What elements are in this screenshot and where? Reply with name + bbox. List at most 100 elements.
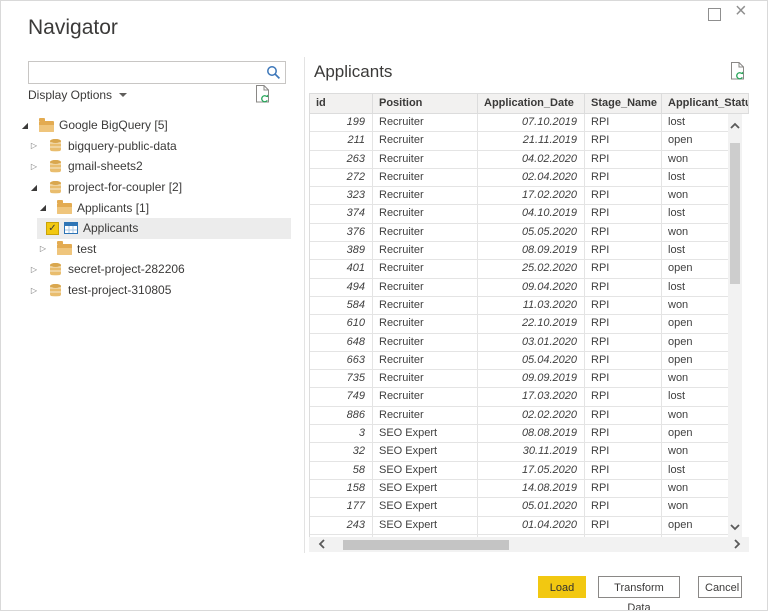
database-icon	[48, 138, 63, 154]
cell: Recruiter	[373, 260, 478, 279]
table-row: 389 Recruiter 08.09.2019 RPI lost	[310, 242, 729, 261]
cell: Recruiter	[373, 168, 478, 188]
cell: 272	[310, 168, 373, 188]
cell: 09.09.2019	[478, 370, 585, 389]
cell: RPI	[585, 351, 662, 371]
table-row: 648 Recruiter 03.01.2020 RPI open	[310, 333, 729, 352]
cell: won	[662, 498, 729, 517]
cell: 30.11.2019	[478, 443, 585, 462]
cell: 17.02.2020	[478, 187, 585, 206]
cell: SEO Expert	[373, 425, 478, 444]
horizontal-scrollbar-thumb[interactable]	[343, 539, 509, 550]
search-icon[interactable]	[266, 65, 281, 80]
cell: won	[662, 443, 729, 462]
vertical-scrollbar-thumb[interactable]	[730, 143, 740, 284]
cell: 584	[310, 296, 373, 316]
table-row: 663 Recruiter 05.04.2020 RPI open	[310, 351, 729, 371]
cell: 25.02.2020	[478, 260, 585, 279]
tree-item-gmail-sheets2[interactable]: ▷ gmail-sheets2	[1, 156, 293, 177]
cell: 02.04.2020	[478, 168, 585, 188]
cell: 14.08.2019	[478, 479, 585, 499]
cell: lost	[662, 388, 729, 407]
scroll-up-icon[interactable]	[730, 122, 740, 130]
cell: 323	[310, 187, 373, 206]
display-options-label: Display Options	[28, 88, 113, 102]
expander-collapsed-icon[interactable]: ▷	[28, 141, 40, 150]
cell: 05.05.2020	[478, 223, 585, 243]
table-row: 584 Recruiter 11.03.2020 RPI won	[310, 296, 729, 316]
cell: RPI	[585, 205, 662, 224]
cancel-button[interactable]: Cancel	[698, 576, 742, 598]
cell: Recruiter	[373, 205, 478, 224]
maximize-icon[interactable]	[708, 8, 721, 21]
table-body: 199 Recruiter 07.10.2019 RPI lost 211 Recruite…	[309, 114, 729, 537]
cell: 17.03.2020	[478, 388, 585, 407]
search-input[interactable]	[29, 62, 267, 83]
tree-item-applicants-1[interactable]: ◢ Applicants [1]	[1, 197, 293, 218]
column-header-applicant_status: Applicant_Status	[668, 97, 748, 109]
cell: Recruiter	[373, 242, 478, 261]
cell: 3	[310, 425, 373, 444]
tree-item-project-for-coupler-2[interactable]: ◢ project-for-coupler [2]	[1, 177, 293, 198]
tree-item-applicants[interactable]: ✓ Applicants	[1, 217, 293, 239]
cell: lost	[662, 168, 729, 188]
cell: 17.05.2020	[478, 461, 585, 480]
tree-item-secret-project-282206[interactable]: ▷ secret-project-282206	[1, 259, 293, 280]
cell: 08.09.2019	[478, 242, 585, 261]
scroll-left-icon[interactable]	[318, 539, 326, 549]
cell: Recruiter	[373, 406, 478, 426]
cell: won	[662, 150, 729, 169]
cell: 610	[310, 315, 373, 334]
expander-collapsed-icon[interactable]: ▷	[28, 286, 40, 295]
horizontal-scrollbar[interactable]	[309, 537, 749, 552]
cell: 04.02.2020	[478, 150, 585, 169]
cell: 735	[310, 370, 373, 389]
cell: RPI	[585, 425, 662, 444]
column-header-id: id	[310, 94, 373, 113]
close-icon[interactable]: ×	[735, 1, 747, 22]
cell: 05.01.2020	[478, 498, 585, 517]
expander-expanded-icon[interactable]: ◢	[19, 121, 31, 130]
refresh-preview-icon[interactable]	[729, 61, 746, 81]
cell: SEO Expert	[373, 498, 478, 517]
cell: 494	[310, 278, 373, 297]
expander-collapsed-icon[interactable]: ▷	[28, 265, 40, 274]
cell: RPI	[585, 461, 662, 480]
cell: lost	[662, 278, 729, 297]
tree-item-google-bigquery-5[interactable]: ◢ Google BigQuery [5]	[1, 115, 293, 136]
vertical-scrollbar[interactable]	[728, 114, 742, 537]
cell: RPI	[585, 479, 662, 499]
scroll-down-icon[interactable]	[730, 523, 740, 531]
refresh-preview-icon[interactable]	[254, 84, 271, 104]
cell: open	[662, 260, 729, 279]
expander-collapsed-icon[interactable]: ▷	[28, 162, 40, 171]
tree-item-label: test	[77, 241, 97, 256]
display-options-dropdown[interactable]: Display Options	[28, 88, 128, 102]
cell: 21.11.2019	[478, 132, 585, 151]
table-checkbox[interactable]: ✓	[46, 221, 59, 235]
cell: RPI	[585, 260, 662, 279]
load-button[interactable]: Load	[538, 576, 586, 598]
transform-data-button[interactable]: Transform Data	[598, 576, 680, 610]
tree-item-bigquery-public-data[interactable]: ▷ bigquery-public-data	[1, 136, 293, 157]
expander-expanded-icon[interactable]: ◢	[28, 183, 40, 192]
cell: Recruiter	[373, 150, 478, 169]
cell: Recruiter	[373, 351, 478, 371]
database-icon	[48, 158, 63, 174]
table-icon	[63, 220, 78, 236]
scroll-right-icon[interactable]	[733, 539, 741, 549]
tree-item-test-project-310805[interactable]: ▷ test-project-310805	[1, 280, 293, 301]
expander-collapsed-icon[interactable]: ▷	[37, 244, 49, 253]
tree: ◢ Google BigQuery [5] ▷ bigquery-public-dat…	[1, 115, 293, 300]
cell: 376	[310, 223, 373, 243]
cell: 32	[310, 443, 373, 462]
preview-title: Applicants	[314, 62, 393, 81]
column-header-application_date: Application_Date	[478, 94, 585, 113]
tree-item-label: test-project-310805	[68, 283, 172, 298]
cell: 01.04.2020	[478, 516, 585, 535]
table-row: 401 Recruiter 25.02.2020 RPI open	[310, 260, 729, 279]
expander-expanded-icon[interactable]: ◢	[37, 203, 49, 212]
cell: 11.03.2020	[478, 296, 585, 316]
tree-item-test[interactable]: ▷ test	[1, 239, 293, 260]
cell: Recruiter	[373, 370, 478, 389]
